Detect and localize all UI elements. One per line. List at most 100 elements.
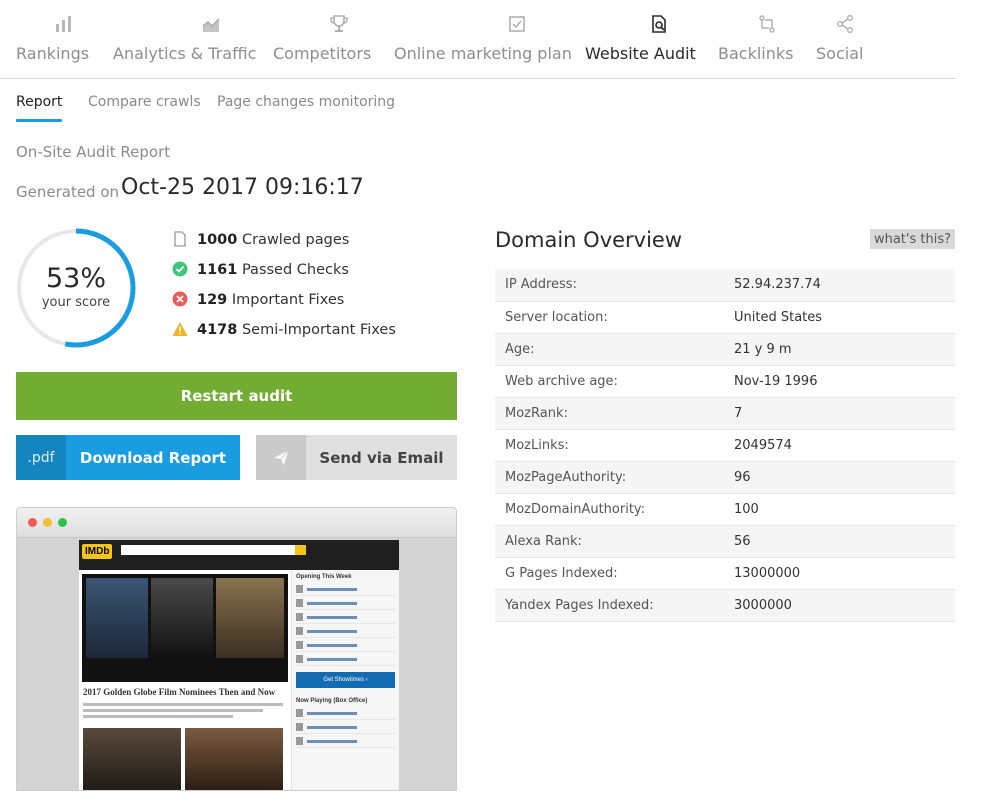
minimize-dot-icon <box>43 518 52 527</box>
domain-field-label: IP Address: <box>495 269 734 302</box>
stat-count: 1000 <box>197 232 238 248</box>
stat-semi-important-fixes: 4178 Semi-Important Fixes <box>172 321 396 338</box>
nav-label: Website Audit <box>585 44 696 63</box>
nav-label: Social <box>816 44 864 63</box>
domain-field-value: 3000000 <box>734 589 955 622</box>
site-search-icon <box>295 545 306 555</box>
site-showtimes-button: Get Showtimes › <box>296 672 395 688</box>
domain-field-value: 56 <box>734 525 955 558</box>
domain-field-label: Web archive age: <box>495 365 734 398</box>
sidebar-row <box>296 612 395 624</box>
nav-label: Analytics & Traffic <box>113 44 257 63</box>
table-row: MozRank: 7 <box>495 397 955 430</box>
sidebar-row <box>296 708 395 720</box>
article-photo <box>185 728 283 790</box>
nav-backlinks[interactable]: Backlinks <box>718 14 793 63</box>
site-logo: IMDb <box>82 544 113 559</box>
article-photo <box>83 728 181 790</box>
domain-field-label: Server location: <box>495 301 734 334</box>
score-percent: 53% <box>45 263 106 294</box>
top-navigation: Rankings Analytics & Traffic Competitors… <box>0 0 956 79</box>
sidebar-row <box>296 626 395 638</box>
poster-image <box>151 578 213 658</box>
document-search-icon <box>585 14 696 40</box>
nav-competitors[interactable]: Competitors <box>273 14 371 63</box>
domain-field-value: Nov-19 1996 <box>734 365 955 398</box>
whats-this-button[interactable]: what's this? <box>870 229 955 249</box>
table-row: Alexa Rank: 56 <box>495 525 955 558</box>
trophy-icon <box>273 14 371 40</box>
restart-audit-button[interactable]: Restart audit <box>16 372 457 420</box>
domain-field-value: 7 <box>734 397 955 430</box>
paper-plane-icon <box>256 435 306 480</box>
nav-website-audit[interactable]: Website Audit <box>585 14 696 63</box>
table-row: MozPageAuthority: 96 <box>495 461 955 494</box>
stat-count: 1161 <box>197 262 238 278</box>
sidebar-row <box>296 654 395 666</box>
site-article-text <box>83 703 283 721</box>
table-row: Age: 21 y 9 m <box>495 333 955 366</box>
domain-field-label: MozPageAuthority: <box>495 461 734 494</box>
table-row: Web archive age: Nov-19 1996 <box>495 365 955 398</box>
score-ring: 53% your score <box>16 228 136 348</box>
domain-overview-title: Domain Overview <box>495 228 683 252</box>
sidebar-row <box>296 584 395 596</box>
link-arrows-icon <box>718 14 793 40</box>
domain-field-label: G Pages Indexed: <box>495 557 734 590</box>
site-article-title: 2017 Golden Globe Film Nominees Then and… <box>83 687 276 697</box>
stat-passed-checks: 1161 Passed Checks <box>172 261 349 278</box>
domain-field-value: 96 <box>734 461 955 494</box>
send-via-email-label: Send via Email <box>319 448 444 467</box>
stat-important-fixes: 129 Important Fixes <box>172 291 344 308</box>
sidebar-title: Opening This Week <box>296 574 352 580</box>
sidebar-title: Now Playing (Box Office) <box>296 698 368 704</box>
sidebar-row <box>296 640 395 652</box>
sidebar-row <box>296 598 395 610</box>
sidebar-row <box>296 736 395 748</box>
nav-label: Backlinks <box>718 44 794 63</box>
table-row: IP Address: 52.94.237.74 <box>495 269 955 302</box>
domain-field-label: MozLinks: <box>495 429 734 462</box>
nav-online-marketing-plan[interactable]: Online marketing plan <box>394 14 572 63</box>
domain-field-value: 2049574 <box>734 429 955 462</box>
download-report-button[interactable]: .pdf Download Report <box>16 435 240 480</box>
site-main-column: 2017 Golden Globe Film Nominees Then and… <box>79 570 289 790</box>
stat-label: Passed Checks <box>241 262 349 278</box>
site-header: IMDb <box>79 540 399 570</box>
report-title: On-Site Audit Report <box>16 143 171 161</box>
page-icon <box>172 231 188 247</box>
domain-field-label: Yandex Pages Indexed: <box>495 589 734 622</box>
site-sidebar: Opening This Week Get Showtimes › Now Pl… <box>291 570 399 790</box>
checkbox-icon <box>394 14 572 40</box>
warning-triangle-icon <box>172 321 188 337</box>
stat-label: Important Fixes <box>231 292 345 308</box>
domain-field-value: 52.94.237.74 <box>734 269 955 302</box>
sidebar-row <box>296 722 395 734</box>
tab-report[interactable]: Report <box>16 94 63 122</box>
site-screenshot: IMDb 2017 Golden Globe Film Nominees The… <box>79 540 399 790</box>
nav-label: Online marketing plan <box>394 44 572 63</box>
tab-page-changes-monitoring[interactable]: Page changes monitoring <box>217 94 395 122</box>
domain-field-label: MozDomainAuthority: <box>495 493 734 526</box>
pdf-tag: .pdf <box>16 435 66 480</box>
domain-field-value: United States <box>734 301 955 334</box>
download-report-label: Download Report <box>79 448 227 467</box>
score-subtitle: your score <box>41 295 111 310</box>
stat-label: Semi-Important Fixes <box>241 322 396 338</box>
website-preview: IMDb 2017 Golden Globe Film Nominees The… <box>16 507 457 791</box>
table-row: MozLinks: 2049574 <box>495 429 955 462</box>
nav-label: Competitors <box>273 44 372 63</box>
send-via-email-button[interactable]: Send via Email <box>256 435 457 480</box>
nav-social[interactable]: Social <box>816 14 863 63</box>
domain-field-value: 100 <box>734 493 955 526</box>
table-row: Yandex Pages Indexed: 3000000 <box>495 589 955 622</box>
bar-chart-icon <box>16 14 89 40</box>
table-row: Server location: United States <box>495 301 955 334</box>
stat-label: Crawled pages <box>241 232 350 248</box>
check-circle-icon <box>172 261 188 277</box>
tab-compare-crawls[interactable]: Compare crawls <box>88 94 201 122</box>
poster-image <box>216 578 284 658</box>
nav-rankings[interactable]: Rankings <box>16 14 89 63</box>
browser-titlebar <box>17 508 456 538</box>
nav-analytics-traffic[interactable]: Analytics & Traffic <box>113 14 256 63</box>
